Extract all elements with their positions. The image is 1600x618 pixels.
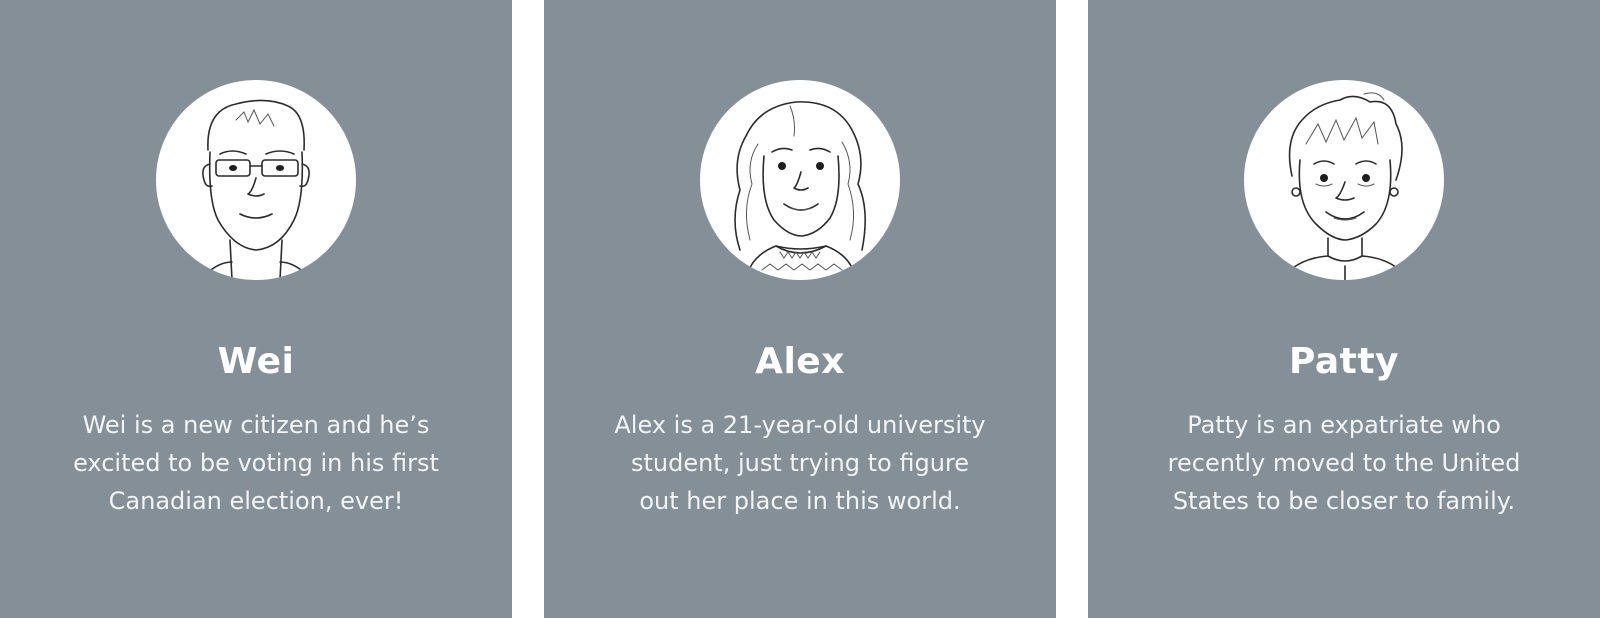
persona-bio: Wei is a new citizen and he’s excited to… <box>50 406 462 520</box>
persona-card-patty: Patty Patty is an expatriate who recentl… <box>1088 0 1600 618</box>
wei-sketch-portrait <box>202 99 310 280</box>
bio-line: States to be closer to family. <box>1172 487 1516 515</box>
avatar-patty <box>1244 80 1444 280</box>
persona-bio: Patty is an expatriate who recently move… <box>1138 406 1550 520</box>
persona-name: Patty <box>1288 341 1400 382</box>
bio-line: Canadian election, ever! <box>108 487 404 515</box>
persona-bio: Alex is a 21-year-old university student… <box>594 406 1006 520</box>
avatar-wei <box>156 80 356 280</box>
bio-line: out her place in this world. <box>639 487 961 515</box>
persona-name: Alex <box>755 341 845 382</box>
persona-card-wei: Wei Wei is a new citizen and he’s excite… <box>0 0 512 618</box>
persona-cards: Wei Wei is a new citizen and he’s excite… <box>0 0 1600 618</box>
patty-sketch-portrait <box>1283 92 1407 280</box>
bio-line: student, just trying to figure <box>630 449 970 477</box>
bio-line: recently moved to the United <box>1167 449 1521 477</box>
persona-card-alex: Alex Alex is a 21-year-old university st… <box>544 0 1056 618</box>
bio-line: Alex is a 21-year-old university <box>614 411 986 439</box>
bio-line: excited to be voting in his first <box>73 449 439 477</box>
persona-name: Wei <box>217 341 295 382</box>
bio-line: Wei is a new citizen and he’s <box>82 411 430 439</box>
alex-sketch-portrait <box>734 101 866 280</box>
avatar-alex <box>700 80 900 280</box>
bio-line: Patty is an expatriate who <box>1187 411 1501 439</box>
